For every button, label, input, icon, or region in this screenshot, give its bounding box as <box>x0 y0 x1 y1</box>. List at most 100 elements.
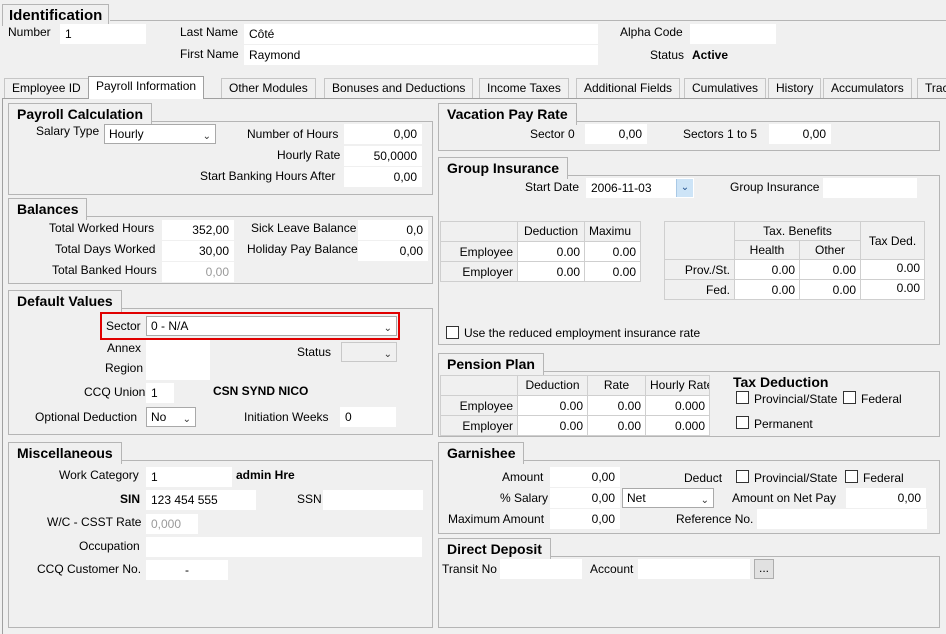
pension-permanent-checkbox[interactable] <box>736 416 749 429</box>
employee-deduction-cell[interactable]: 0.00 <box>518 242 585 262</box>
garnishee-title: Garnishee <box>438 442 525 464</box>
row-prov-st: Prov./St. <box>665 260 735 280</box>
prov-health-cell[interactable]: 0.00 <box>735 260 800 280</box>
alpha-code-field[interactable] <box>690 24 776 44</box>
employee-maximum-cell[interactable]: 0.00 <box>585 242 641 262</box>
account-field[interactable] <box>638 559 750 579</box>
ccq-customer-field[interactable]: - <box>146 560 228 580</box>
start-banking-field[interactable]: 0,00 <box>344 167 422 187</box>
start-date-label: Start Date <box>525 180 580 194</box>
tab-additional-fields[interactable]: Additional Fields <box>576 78 681 98</box>
optional-deduction-dropdown[interactable]: No ⌄ <box>146 407 196 427</box>
row-employee: Employee <box>441 242 518 262</box>
amount-net-pay-field[interactable]: 0,00 <box>846 488 926 508</box>
ssn-field[interactable] <box>323 490 423 510</box>
chevron-down-icon[interactable]: ⌄ <box>676 179 693 197</box>
fed-health-cell[interactable]: 0.00 <box>735 280 800 300</box>
pension-grid: Deduction Rate Hourly Rate Employee 0.00… <box>440 375 710 436</box>
tab-accumulators[interactable]: Accumulators <box>823 78 912 98</box>
garnishee-provincial-label: Provincial/State <box>754 471 838 485</box>
col-deduction: Deduction <box>518 222 585 242</box>
number-of-hours-field[interactable]: 0,00 <box>344 124 422 144</box>
garnishee-amount-label: Amount <box>502 470 544 484</box>
salary-pct-field[interactable]: 0,00 <box>550 488 620 508</box>
hourly-rate-field[interactable]: 50,0000 <box>344 146 422 166</box>
pension-federal-label: Federal <box>861 392 902 406</box>
identification-border <box>110 20 946 21</box>
sector-0-label: Sector 0 <box>530 127 575 141</box>
sectors-1-5-label: Sectors 1 to 5 <box>683 127 758 141</box>
tax-ded-header: Tax Ded. <box>861 222 925 260</box>
tab-trac[interactable]: Trac <box>917 78 946 98</box>
pension-employee-deduction[interactable]: 0.00 <box>518 396 588 416</box>
occupation-field[interactable] <box>146 537 422 557</box>
net-gross-dropdown[interactable]: Net ⌄ <box>622 488 714 508</box>
sector-dropdown[interactable]: 0 - N/A ⌄ <box>146 316 397 336</box>
total-days-worked-label: Total Days Worked <box>55 242 156 256</box>
sector-0-field[interactable]: 0,00 <box>585 124 647 144</box>
deduct-label: Deduct <box>684 471 723 485</box>
transit-no-field[interactable] <box>500 559 582 579</box>
first-name-field[interactable]: Raymond <box>244 45 598 65</box>
maximum-amount-field[interactable]: 0,00 <box>550 509 620 529</box>
total-banked-hours-field: 0,00 <box>162 262 234 282</box>
sick-leave-field[interactable]: 0,0 <box>358 220 428 240</box>
work-category-field[interactable]: 1 <box>146 467 232 487</box>
sin-field[interactable]: 123 454 555 <box>146 490 256 510</box>
annex-field[interactable] <box>146 340 210 360</box>
garnishee-federal-checkbox[interactable] <box>845 470 858 483</box>
pension-employer-deduction[interactable]: 0.00 <box>518 416 588 436</box>
holiday-pay-field[interactable]: 0,00 <box>358 241 428 261</box>
first-name-label: First Name <box>180 47 239 61</box>
pension-employer-hourly[interactable]: 0.000 <box>646 416 710 436</box>
tab-bonuses-deductions[interactable]: Bonuses and Deductions <box>324 78 474 98</box>
amount-net-pay-label: Amount on Net Pay <box>732 491 837 505</box>
pension-employee-hourly[interactable]: 0.000 <box>646 396 710 416</box>
tab-employee-id[interactable]: Employee ID <box>4 78 89 98</box>
region-field[interactable] <box>146 360 210 380</box>
total-worked-hours-field[interactable]: 352,00 <box>162 220 234 240</box>
employer-deduction-cell[interactable]: 0.00 <box>518 262 585 282</box>
reduced-ei-checkbox[interactable] <box>446 326 459 339</box>
pension-employer-rate[interactable]: 0.00 <box>588 416 646 436</box>
sectors-1-5-field[interactable]: 0,00 <box>769 124 831 144</box>
tab-other-modules[interactable]: Other Modules <box>221 78 316 98</box>
salary-type-dropdown[interactable]: Hourly ⌄ <box>104 124 216 144</box>
group-insurance-title: Group Insurance <box>438 157 569 179</box>
ccq-union-field[interactable]: 1 <box>146 383 174 403</box>
account-browse-button[interactable]: ... <box>754 559 774 579</box>
default-values-title: Default Values <box>8 290 122 312</box>
pension-employee-rate[interactable]: 0.00 <box>588 396 646 416</box>
tab-cumulatives[interactable]: Cumulatives <box>684 78 767 98</box>
pension-provincial-checkbox[interactable] <box>736 391 749 404</box>
total-days-worked-field[interactable]: 30,00 <box>162 241 234 261</box>
garnishee-provincial-checkbox[interactable] <box>736 470 749 483</box>
optional-deduction-value: No <box>151 410 167 424</box>
tab-income-taxes[interactable]: Income Taxes <box>479 78 569 98</box>
start-date-picker[interactable]: 2006-11-03 ⌄ <box>586 178 694 198</box>
tab-payroll-information[interactable]: Payroll Information <box>88 76 205 99</box>
number-field[interactable]: 1 <box>60 24 146 44</box>
group-insurance-field[interactable] <box>823 178 917 198</box>
last-name-field[interactable]: Côté <box>244 24 598 44</box>
group-insurance-label: Group Insurance <box>730 180 820 194</box>
pension-federal-checkbox[interactable] <box>843 391 856 404</box>
garnishee-federal-label: Federal <box>863 471 904 485</box>
ccq-union-name: CSN SYND NICO <box>213 384 309 398</box>
start-banking-label: Start Banking Hours After <box>200 169 336 183</box>
number-of-hours-label: Number of Hours <box>247 127 339 141</box>
fed-taxded-cell[interactable]: 0.00 <box>861 280 925 300</box>
prov-other-cell[interactable]: 0.00 <box>800 260 861 280</box>
ccq-customer-label: CCQ Customer No. <box>37 562 142 576</box>
garnishee-amount-field[interactable]: 0,00 <box>550 467 620 487</box>
account-label: Account <box>590 562 634 576</box>
initiation-weeks-field[interactable]: 0 <box>340 407 396 427</box>
employer-maximum-cell[interactable]: 0.00 <box>585 262 641 282</box>
reference-no-field[interactable] <box>757 509 927 529</box>
tab-history[interactable]: History <box>768 78 822 98</box>
fed-other-cell[interactable]: 0.00 <box>800 280 861 300</box>
prov-taxded-cell[interactable]: 0.00 <box>861 260 925 280</box>
sector-value: 0 - N/A <box>151 319 189 333</box>
pension-row-employer: Employer <box>441 416 518 436</box>
wc-csst-rate-label: W/C - CSST Rate <box>47 515 142 529</box>
